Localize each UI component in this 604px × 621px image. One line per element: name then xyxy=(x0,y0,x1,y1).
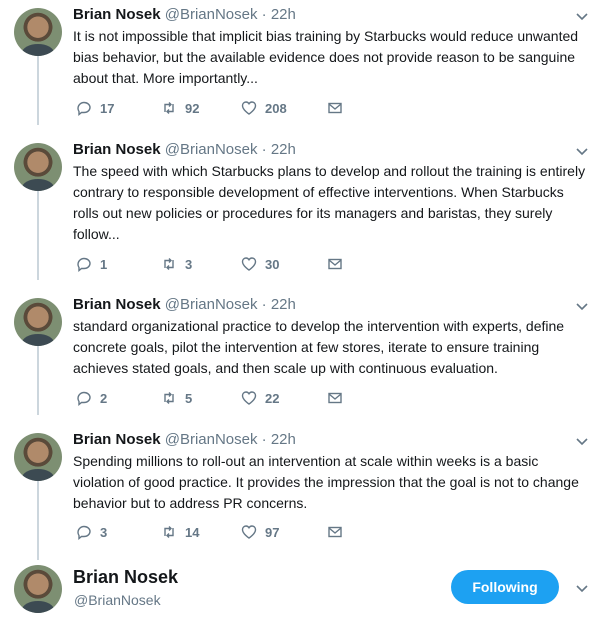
separator-dot: · xyxy=(261,431,267,448)
tweet-actions: 1 3 30 xyxy=(76,254,347,274)
envelope-icon xyxy=(328,102,342,114)
reply-count: 2 xyxy=(100,390,108,406)
tweet-text: Spending millions to roll-out an interve… xyxy=(73,453,579,511)
reply-count: 1 xyxy=(100,256,108,272)
retweet-count: 3 xyxy=(185,256,193,272)
like-count: 208 xyxy=(265,100,287,116)
dm-button[interactable] xyxy=(327,100,347,116)
author-handle[interactable]: @BrianNosek xyxy=(165,296,258,313)
like-button[interactable]: 22 xyxy=(241,390,327,406)
like-count: 97 xyxy=(265,524,280,540)
heart-icon xyxy=(241,391,257,405)
author-handle[interactable]: @BrianNosek xyxy=(165,431,258,448)
like-button[interactable]: 30 xyxy=(241,256,327,272)
tweet-header: Brian Nosek @BrianNosek · 22h xyxy=(73,5,296,25)
tweet-actions: 17 92 208 xyxy=(76,98,347,118)
heart-icon xyxy=(241,101,257,115)
heart-icon xyxy=(241,257,257,271)
retweet-count: 5 xyxy=(185,390,193,406)
retweet-icon xyxy=(164,526,174,538)
tweet-text: The speed with which Starbucks plans to … xyxy=(73,163,586,242)
avatar[interactable] xyxy=(14,8,62,56)
chevron-down-icon[interactable] xyxy=(574,298,590,314)
timestamp[interactable]: 22h xyxy=(271,296,296,313)
envelope-icon xyxy=(328,258,342,270)
reply-button[interactable]: 2 xyxy=(76,390,161,406)
like-button[interactable]: 208 xyxy=(241,100,327,116)
reply-count: 3 xyxy=(100,524,108,540)
reply-button[interactable]: 1 xyxy=(76,256,161,272)
tweet-header: Brian Nosek @BrianNosek · 22h xyxy=(73,140,296,160)
tweet-actions: 3 14 97 xyxy=(76,522,347,542)
thread-connector xyxy=(37,345,39,415)
separator-dot: · xyxy=(261,296,267,313)
avatar[interactable] xyxy=(14,143,62,191)
author-name[interactable]: Brian Nosek xyxy=(73,141,161,158)
retweet-button[interactable]: 5 xyxy=(161,390,241,406)
thread-connector xyxy=(37,480,39,560)
author-handle[interactable]: @BrianNosek xyxy=(165,6,258,23)
thread-connector xyxy=(37,55,39,125)
tweet-actions: 2 5 22 xyxy=(76,388,347,408)
author-handle[interactable]: @BrianNosek xyxy=(165,141,258,158)
chevron-down-icon[interactable] xyxy=(574,8,590,24)
retweet-count: 92 xyxy=(185,100,200,116)
chevron-down-icon[interactable] xyxy=(574,143,590,159)
reply-icon xyxy=(77,101,91,116)
dm-button[interactable] xyxy=(327,390,347,406)
timestamp[interactable]: 22h xyxy=(271,141,296,158)
timestamp[interactable]: 22h xyxy=(271,431,296,448)
chevron-down-icon[interactable] xyxy=(574,433,590,449)
profile-handle[interactable]: @BrianNosek xyxy=(74,592,161,608)
reply-icon xyxy=(77,257,91,272)
profile-name[interactable]: Brian Nosek xyxy=(73,567,178,588)
retweet-count: 14 xyxy=(185,524,200,540)
author-name[interactable]: Brian Nosek xyxy=(73,431,161,448)
separator-dot: · xyxy=(261,141,267,158)
profile-avatar[interactable] xyxy=(14,565,62,613)
retweet-icon xyxy=(164,102,174,114)
thread-connector xyxy=(37,190,39,280)
retweet-icon xyxy=(164,392,174,404)
separator-dot: · xyxy=(261,6,267,23)
reply-count: 17 xyxy=(100,100,115,116)
envelope-icon xyxy=(328,526,342,538)
reply-icon xyxy=(77,391,91,406)
like-button[interactable]: 97 xyxy=(241,524,327,540)
dm-button[interactable] xyxy=(327,256,347,272)
tweet-header: Brian Nosek @BrianNosek · 22h xyxy=(73,295,296,315)
author-name[interactable]: Brian Nosek xyxy=(73,6,161,23)
avatar[interactable] xyxy=(14,433,62,481)
timestamp[interactable]: 22h xyxy=(271,6,296,23)
reply-button[interactable]: 3 xyxy=(76,524,161,540)
tweet-text: It is not impossible that implicit bias … xyxy=(73,28,579,86)
retweet-icon xyxy=(164,258,174,270)
heart-icon xyxy=(241,525,257,539)
tweet-header: Brian Nosek @BrianNosek · 22h xyxy=(73,430,296,450)
avatar[interactable] xyxy=(14,298,62,346)
retweet-button[interactable]: 14 xyxy=(161,524,241,540)
retweet-button[interactable]: 3 xyxy=(161,256,241,272)
chevron-down-icon[interactable] xyxy=(574,580,590,596)
following-button[interactable]: Following xyxy=(451,570,559,604)
like-count: 22 xyxy=(265,390,280,406)
dm-button[interactable] xyxy=(327,524,347,540)
like-count: 30 xyxy=(265,256,280,272)
tweet-text: standard organizational practice to deve… xyxy=(73,318,565,376)
reply-icon xyxy=(77,525,91,540)
envelope-icon xyxy=(328,392,342,404)
reply-button[interactable]: 17 xyxy=(76,100,161,116)
retweet-button[interactable]: 92 xyxy=(161,100,241,116)
author-name[interactable]: Brian Nosek xyxy=(73,296,161,313)
